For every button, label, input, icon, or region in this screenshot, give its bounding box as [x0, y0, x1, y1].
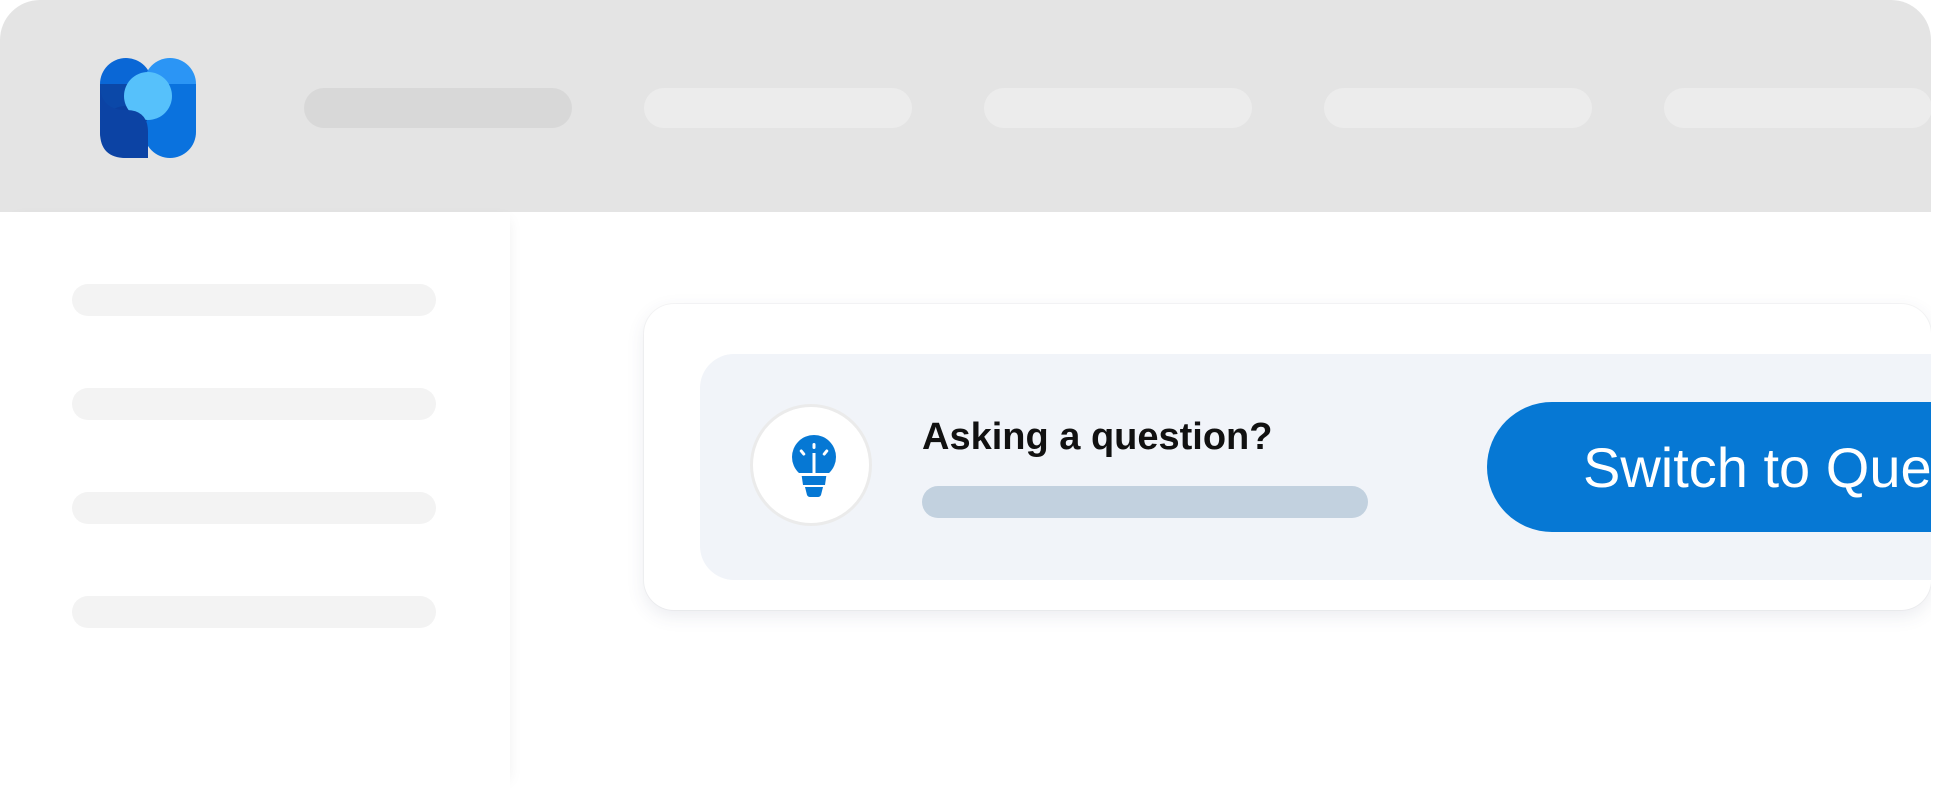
lightbulb-badge	[750, 404, 872, 526]
sidebar-item[interactable]	[72, 388, 436, 420]
app-window: Asking a question? Switch to Question	[0, 0, 1931, 788]
question-banner: Asking a question? Switch to Question	[700, 354, 1931, 580]
notice-card: Asking a question? Switch to Question	[644, 304, 1931, 610]
nav-tab-3[interactable]	[984, 88, 1252, 128]
sidebar	[0, 212, 510, 788]
sidebar-item[interactable]	[72, 596, 436, 628]
nav-tab-1[interactable]	[304, 88, 572, 128]
banner-title: Asking a question?	[922, 416, 1273, 458]
app-logo[interactable]	[99, 58, 197, 158]
lightbulb-icon	[792, 435, 836, 497]
nav-tab-5[interactable]	[1664, 88, 1931, 128]
sidebar-item[interactable]	[72, 284, 436, 316]
nav-tab-2[interactable]	[644, 88, 912, 128]
sidebar-item[interactable]	[72, 492, 436, 524]
nav-tab-4[interactable]	[1324, 88, 1592, 128]
banner-subtitle-placeholder	[922, 486, 1368, 518]
top-navigation-bar	[0, 0, 1931, 212]
switch-to-question-button[interactable]: Switch to Question	[1487, 402, 1931, 532]
